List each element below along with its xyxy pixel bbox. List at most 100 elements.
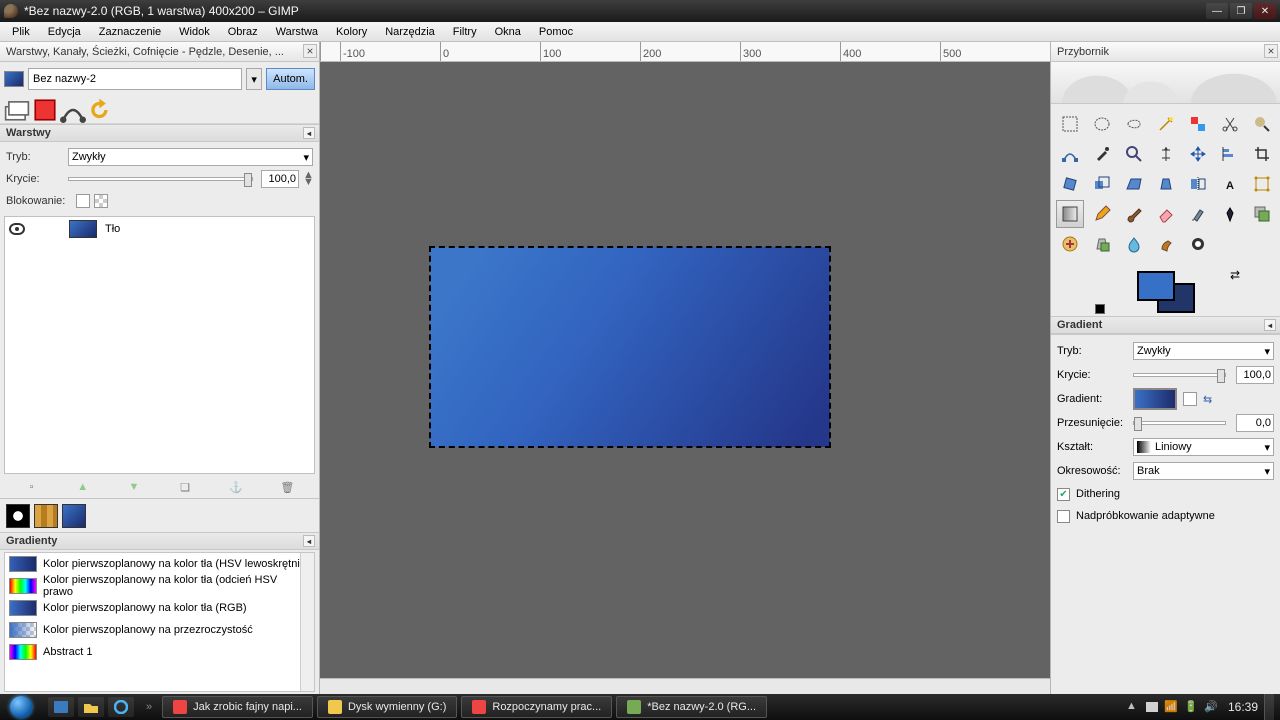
scale-icon[interactable] (1088, 170, 1116, 198)
menu-filters[interactable]: Filtry (445, 24, 485, 40)
gradient-flip-icon[interactable]: ⇆ (1203, 393, 1212, 406)
raise-layer-icon[interactable]: ▲ (76, 480, 90, 494)
tab-layers-icon[interactable] (4, 98, 30, 122)
lock-alpha-icon[interactable] (94, 194, 108, 208)
perspective-icon[interactable] (1152, 170, 1180, 198)
opt-repeat-select[interactable]: Brak▾ (1133, 462, 1274, 480)
paintbrush-icon[interactable] (1120, 200, 1148, 228)
tab-channels-icon[interactable] (32, 98, 58, 122)
scrollbar[interactable] (300, 553, 314, 691)
flip-icon[interactable] (1184, 170, 1212, 198)
ruler-horizontal[interactable]: -100 0 100 200 300 400 500 (320, 42, 1050, 62)
fg-bg-colors[interactable]: ⇄ (1051, 268, 1280, 316)
taskbar-item[interactable]: Rozpoczynamy prac... (461, 696, 612, 718)
perspective-clone-icon[interactable] (1088, 230, 1116, 258)
wand-icon[interactable] (1152, 110, 1180, 138)
taskbar-item[interactable]: *Bez nazwy-2.0 (RG... (616, 696, 767, 718)
menu-select[interactable]: Zaznaczenie (91, 24, 169, 40)
toolbox-close-icon[interactable]: ⨯ (1264, 44, 1278, 58)
opt-offset-slider[interactable] (1133, 421, 1226, 425)
by-color-icon[interactable] (1184, 110, 1212, 138)
tab-paths-icon[interactable] (60, 98, 86, 122)
dodge-icon[interactable] (1184, 230, 1212, 258)
pencil-icon[interactable] (1088, 200, 1116, 228)
auto-button[interactable]: Autom. (266, 68, 315, 90)
rotate-icon[interactable] (1056, 170, 1084, 198)
move-icon[interactable] (1184, 140, 1212, 168)
airbrush-icon[interactable] (1184, 200, 1212, 228)
duplicate-layer-icon[interactable]: ❏ (178, 480, 192, 494)
layer-opacity-value[interactable]: 100,0 (261, 170, 299, 188)
lock-pixels-icon[interactable] (76, 194, 90, 208)
close-button[interactable]: ✕ (1254, 3, 1276, 19)
swatch-default-icon[interactable] (6, 504, 30, 528)
canvas-image[interactable] (430, 247, 830, 447)
menu-tools[interactable]: Narzędzia (377, 24, 443, 40)
opt-opacity-slider[interactable] (1133, 373, 1226, 377)
taskbar-item[interactable]: Jak zrobic fajny napi... (162, 696, 313, 718)
swap-colors-icon[interactable]: ⇄ (1230, 268, 1240, 282)
canvas[interactable] (320, 62, 1050, 678)
foreground-icon[interactable] (1248, 110, 1276, 138)
minimize-button[interactable]: — (1206, 3, 1228, 19)
maximize-button[interactable]: ❐ (1230, 3, 1252, 19)
clock[interactable]: 16:39 (1228, 700, 1258, 714)
opt-shape-select[interactable]: Liniowy▾ (1133, 438, 1274, 456)
menu-file[interactable]: Plik (4, 24, 38, 40)
layer-name[interactable]: Tło (105, 223, 120, 235)
gradient-list[interactable]: Kolor pierwszoplanowy na kolor tła (HSV … (4, 552, 315, 692)
rect-select-icon[interactable] (1056, 110, 1084, 138)
default-colors-icon[interactable] (1095, 304, 1105, 314)
cage-icon[interactable] (1248, 170, 1276, 198)
color-picker-icon[interactable] (1088, 140, 1116, 168)
free-select-icon[interactable] (1120, 110, 1148, 138)
menu-layer[interactable]: Warstwa (268, 24, 326, 40)
system-tray[interactable]: ▲ 📶 🔋 🔊 16:39 (1126, 700, 1258, 714)
start-button[interactable] (0, 694, 42, 720)
anchor-layer-icon[interactable]: ⚓ (229, 480, 243, 494)
shear-icon[interactable] (1120, 170, 1148, 198)
taskbar-chevrons-icon[interactable]: » (140, 701, 158, 713)
swatch-gradient-icon[interactable] (62, 504, 86, 528)
opt-adaptive-check[interactable]: Nadpróbkowanie adaptywne (1057, 505, 1274, 527)
ellipse-select-icon[interactable] (1088, 110, 1116, 138)
clone-icon[interactable] (1248, 200, 1276, 228)
layer-visibility-icon[interactable] (9, 221, 25, 237)
canvas-hscroll[interactable] (320, 678, 1050, 694)
menu-help[interactable]: Pomoc (531, 24, 581, 40)
opt-mode-select[interactable]: Zwykły▾ (1133, 342, 1274, 360)
opt-opacity-value[interactable]: 100,0 (1236, 366, 1274, 384)
layer-row[interactable]: Tło (5, 217, 314, 241)
pinned-ie-icon[interactable] (108, 697, 134, 717)
paths-icon[interactable] (1056, 140, 1084, 168)
layer-mode-select[interactable]: Zwykły▾ (68, 148, 313, 166)
blur-icon[interactable] (1120, 230, 1148, 258)
pinned-folder-icon[interactable] (78, 697, 104, 717)
tool-options-menu-icon[interactable]: ◂ (1264, 319, 1276, 331)
menu-colors[interactable]: Kolory (328, 24, 375, 40)
left-dock-close-icon[interactable]: ⨯ (303, 44, 317, 58)
layer-list[interactable]: Tło (4, 216, 315, 474)
text-icon[interactable]: A (1216, 170, 1244, 198)
gradient-reverse-icon[interactable] (1183, 392, 1197, 406)
heal-icon[interactable] (1056, 230, 1084, 258)
measure-icon[interactable] (1152, 140, 1180, 168)
image-dropdown-arrow-icon[interactable]: ▾ (246, 68, 262, 90)
crop-icon[interactable] (1248, 140, 1276, 168)
layer-opacity-slider[interactable] (68, 177, 253, 181)
menu-view[interactable]: Widok (171, 24, 218, 40)
bucket-icon[interactable] (1056, 200, 1084, 228)
new-layer-icon[interactable]: ▫ (25, 480, 39, 494)
ink-icon[interactable] (1216, 200, 1244, 228)
menu-image[interactable]: Obraz (220, 24, 266, 40)
image-name-dropdown[interactable]: Bez nazwy-2 (28, 68, 242, 90)
zoom-icon[interactable] (1120, 140, 1148, 168)
swatch-pattern-icon[interactable] (34, 504, 58, 528)
scissors-icon[interactable] (1216, 110, 1244, 138)
fg-color-swatch[interactable] (1137, 271, 1175, 301)
lower-layer-icon[interactable]: ▼ (127, 480, 141, 494)
taskbar-item[interactable]: Dysk wymienny (G:) (317, 696, 457, 718)
smudge-icon[interactable] (1152, 230, 1180, 258)
menu-edit[interactable]: Edycja (40, 24, 89, 40)
menu-windows[interactable]: Okna (487, 24, 529, 40)
